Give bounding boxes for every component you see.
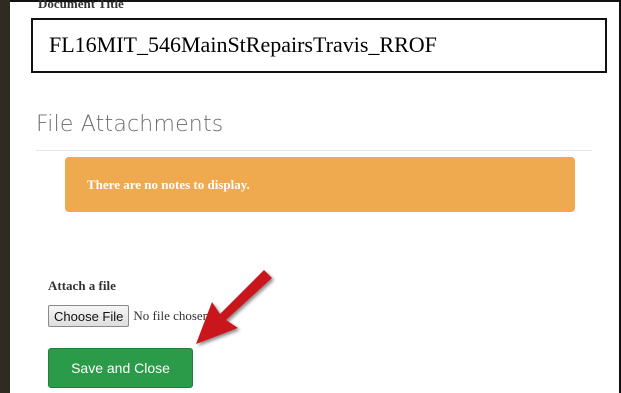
window-edge <box>0 0 10 393</box>
attach-file-label: Attach a file <box>48 278 116 293</box>
document-title-label: Document Title <box>38 0 124 11</box>
no-file-chosen-text: No file chosen <box>133 308 210 323</box>
no-notes-alert: There are no notes to display. <box>65 157 575 212</box>
document-title-field[interactable]: FL16MIT_546MainStRepairsTravis_RROF <box>31 18 607 73</box>
no-notes-message: There are no notes to display. <box>87 177 250 192</box>
save-and-close-button[interactable]: Save and Close <box>48 348 193 388</box>
file-input[interactable]: Choose File No file chosen <box>48 304 209 328</box>
section-divider <box>36 150 592 151</box>
file-attachments-heading: File Attachments <box>36 112 224 137</box>
choose-file-button[interactable]: Choose File <box>48 305 130 327</box>
